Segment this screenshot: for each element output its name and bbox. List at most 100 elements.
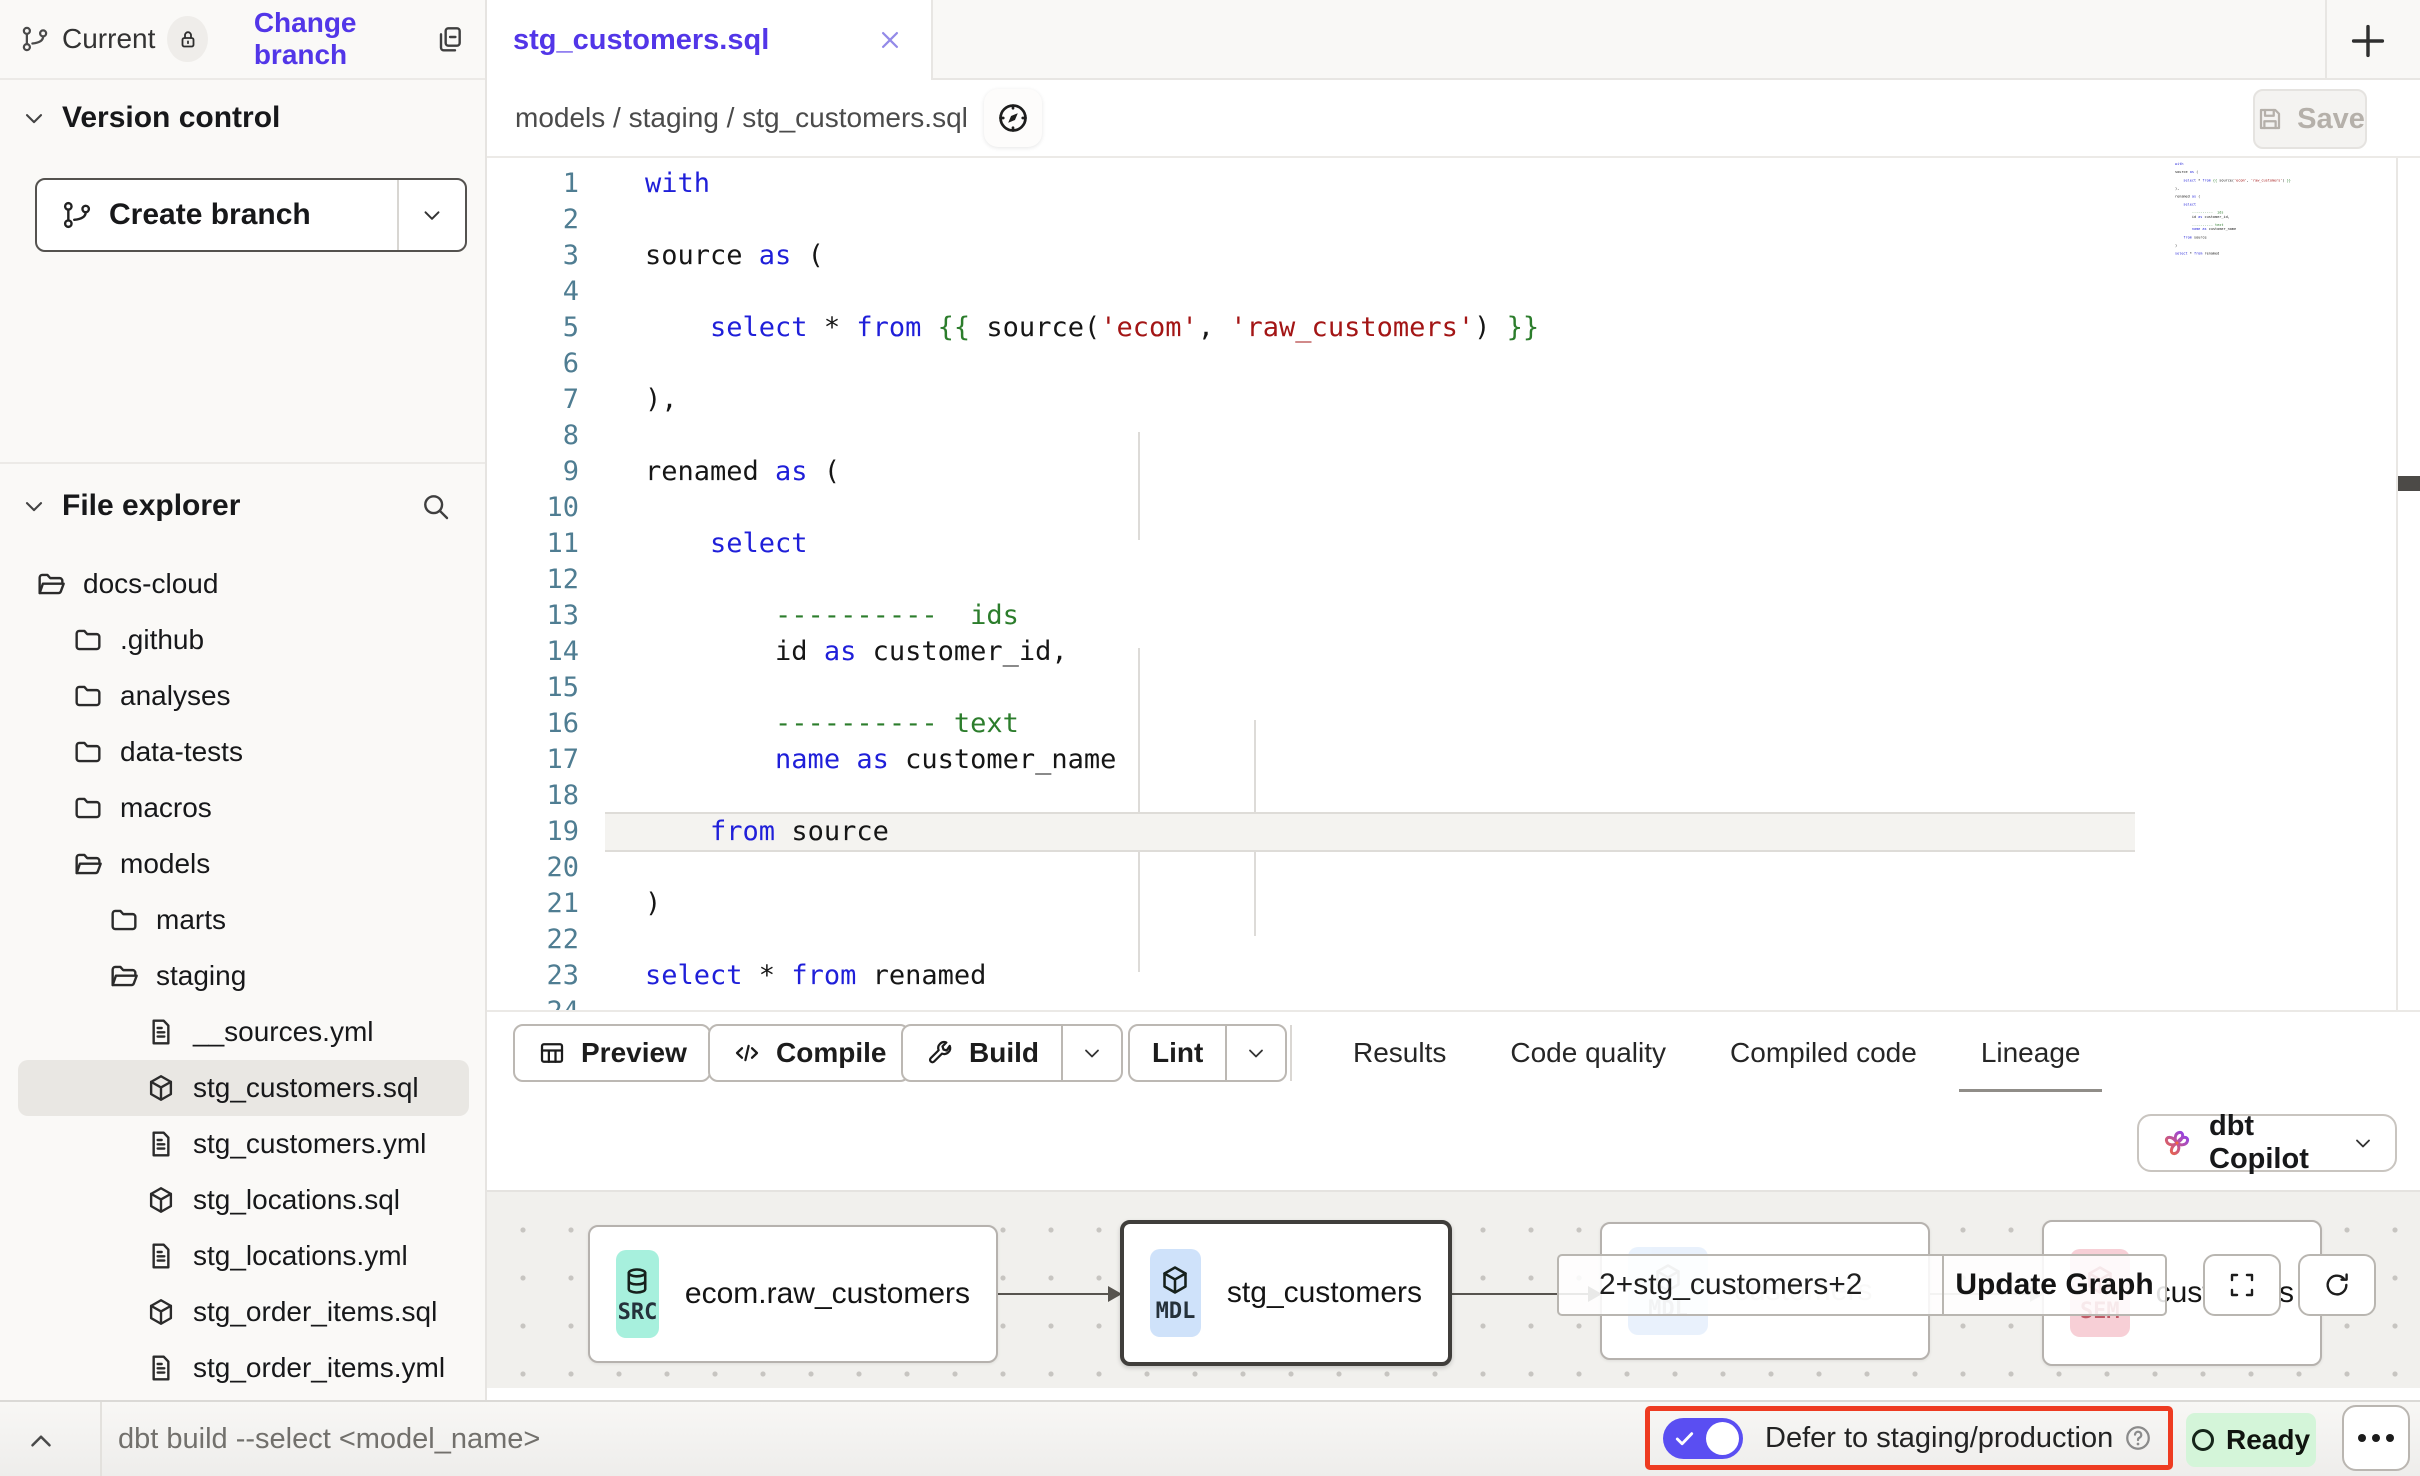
badge-label: SRC [618,1300,658,1325]
file-item-analyses[interactable]: analyses [0,668,485,724]
line-number: 8 [487,418,605,454]
line-content: source as ( [605,238,824,274]
graph-selector-input[interactable]: 2+stg_customers+2 [1559,1256,1942,1314]
code-line-11: 11 select [487,526,2420,562]
code-line-18: 18 [487,778,2420,814]
update-graph-button[interactable]: Update Graph [1944,1256,2165,1314]
status-ready-badge[interactable]: Ready [2186,1413,2316,1467]
new-tab-button[interactable] [2345,18,2391,64]
create-branch-button[interactable]: Create branch [35,178,467,252]
lineage-node-stg-customers[interactable]: MDL stg_customers [1120,1220,1452,1366]
code-editor[interactable]: 1with23source as (45 select * from {{ so… [487,158,2420,1010]
change-branch-link[interactable]: Change branch [254,7,433,71]
code-line-1: 1with [487,166,2420,202]
file-item--github[interactable]: .github [0,612,485,668]
file-item-marts[interactable]: marts [0,892,485,948]
toggle-knob [1706,1422,1739,1455]
build-dropdown[interactable] [1063,1026,1121,1080]
tab-stg-customers-sql[interactable]: stg_customers.sql [487,0,933,80]
version-control-header[interactable]: Version control [0,88,485,148]
code-line-12: 12 [487,562,2420,598]
version-control-title: Version control [62,101,280,135]
code-line-22: 22 [487,922,2420,958]
search-icon[interactable] [419,490,451,522]
save-icon [2255,104,2285,134]
line-number: 7 [487,382,605,418]
defer-label: Defer to staging/production [1765,1422,2113,1455]
line-content [605,670,645,706]
tab-compiled-code[interactable]: Compiled code [1730,1012,1917,1094]
file-item-staging[interactable]: staging [0,948,485,1004]
divider [100,1402,102,1476]
file-item-models[interactable]: models [0,836,485,892]
chevron-down-icon [20,492,48,520]
line-number: 18 [487,778,605,814]
file-item-data-tests[interactable]: data-tests [0,724,485,780]
main-area: stg_customers.sql models / staging / stg… [487,0,2420,1400]
preview-button[interactable]: Preview [513,1024,711,1082]
build-button[interactable]: Build [901,1024,1123,1082]
file-item-label: analyses [120,680,231,712]
command-input[interactable]: dbt build --select <model_name> [118,1402,540,1476]
refresh-button[interactable] [2298,1254,2376,1316]
lint-dropdown[interactable] [1227,1026,1285,1080]
file-item-label: stg_locations.sql [193,1184,400,1216]
dbt-cloud-ide: Current Change branch Version control Cr… [0,0,2420,1476]
file-item-docs-cloud[interactable]: docs-cloud [0,556,485,612]
tab-code-quality[interactable]: Code quality [1510,1012,1666,1094]
file-item--sources-yml[interactable]: __sources.yml [0,1004,485,1060]
line-content: ---------- ids [605,598,1019,634]
doc-icon [145,1352,177,1384]
code-line-7: 7), [487,382,2420,418]
save-label: Save [2297,103,2365,136]
file-item-label: marts [156,904,226,936]
scrollbar-thumb[interactable] [2398,476,2420,491]
tab-lineage[interactable]: Lineage [1981,1012,2081,1094]
dbt-copilot-button[interactable]: dbt Copilot [2137,1114,2397,1172]
file-explorer-header[interactable]: File explorer [0,476,485,536]
tab-results[interactable]: Results [1353,1012,1446,1094]
collapse-panel-button[interactable] [24,1424,58,1458]
copy-branch-icon[interactable] [433,23,465,55]
file-item-label: macros [120,792,212,824]
folder-icon [72,736,104,768]
check-icon [1673,1427,1696,1450]
line-content [605,994,645,1010]
file-item-stg-customers-sql[interactable]: stg_customers.sql [18,1060,469,1116]
code-line-21: 21) [487,886,2420,922]
file-item-stg-order-items-sql[interactable]: stg_order_items.sql [0,1284,485,1340]
more-options-button[interactable] [2342,1405,2410,1471]
current-branch-label: Current [62,23,155,55]
close-icon[interactable] [875,25,905,55]
lineage-node-source[interactable]: SRC ecom.raw_customers [588,1225,998,1363]
code-line-14: 14 id as customer_id, [487,634,2420,670]
fullscreen-button[interactable] [2203,1254,2281,1316]
copilot-row: dbt Copilot [487,1092,2420,1190]
file-item-stg-locations-sql[interactable]: stg_locations.sql [0,1172,485,1228]
scrollbar-track [2396,158,2398,1010]
line-number: 17 [487,742,605,778]
save-button[interactable]: Save [2253,89,2367,149]
branch-icon [20,24,50,54]
lineage-canvas[interactable]: SRC ecom.raw_customers MDL stg_customers… [487,1190,2420,1388]
minimap[interactable]: with source as ( select * from {{ source… [2175,162,2301,272]
file-item-stg-locations-yml[interactable]: stg_locations.yml [0,1228,485,1284]
preview-label: Preview [581,1037,687,1069]
create-branch-dropdown[interactable] [397,180,465,250]
help-icon[interactable] [2123,1423,2153,1453]
line-content: select * from {{ source('ecom', 'raw_cus… [605,310,1539,346]
lint-button[interactable]: Lint [1128,1024,1287,1082]
code-line-17: 17 name as customer_name [487,742,2420,778]
file-item-stg-customers-yml[interactable]: stg_customers.yml [0,1116,485,1172]
line-number: 23 [487,958,605,994]
defer-toggle[interactable] [1663,1418,1743,1459]
line-content [605,922,645,958]
file-item-stg-order-items-yml[interactable]: stg_order_items.yml [0,1340,485,1396]
branch-lock-badge [167,16,207,62]
lock-icon [176,27,200,51]
table-icon [537,1038,567,1068]
copilot-compass-button[interactable] [984,89,1042,147]
compile-button[interactable]: Compile [708,1024,910,1082]
file-item-macros[interactable]: macros [0,780,485,836]
line-number: 3 [487,238,605,274]
